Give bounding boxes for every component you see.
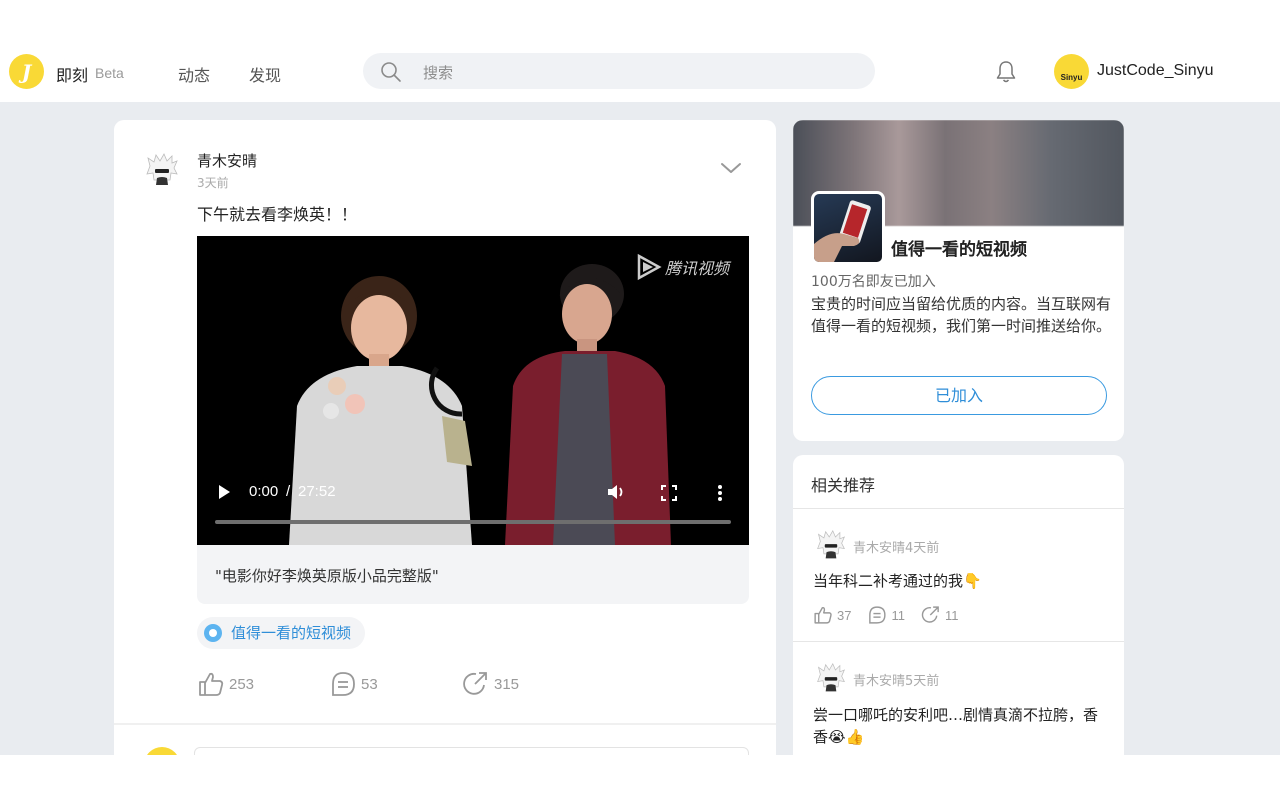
topic-card: 值得一看的短视频 100万名即友已加入 宝贵的时间应当留给优质的内容。当互联网有… bbox=[793, 120, 1124, 441]
top-nav-bar: J 即刻 Beta 动态 发现 搜索 Sinyu JustCode_Sinyu bbox=[0, 40, 1280, 102]
divider bbox=[793, 508, 1124, 509]
video-player[interactable]: 腾讯视频 0:00 / 27:52 bbox=[197, 236, 749, 545]
topic-tag-label: 值得一看的短视频 bbox=[231, 624, 352, 642]
recommend-author-avatar[interactable] bbox=[815, 662, 847, 694]
phone-in-hand-icon bbox=[814, 200, 871, 262]
recommend-meta: 青木安晴5天前 bbox=[853, 670, 939, 689]
recommend-heading: 相关推荐 bbox=[811, 476, 876, 495]
topic-members: 100万名即友已加入 bbox=[811, 274, 936, 290]
like-count: 253 bbox=[229, 675, 255, 693]
topic-tag[interactable]: 值得一看的短视频 bbox=[197, 617, 366, 649]
recommend-comment-count: 11 bbox=[891, 607, 905, 623]
recommend-like-button[interactable]: 37 bbox=[813, 605, 851, 625]
search-placeholder: 搜索 bbox=[423, 64, 454, 82]
person-right bbox=[505, 264, 671, 545]
post-text: 下午就去看李焕英！！ bbox=[197, 205, 358, 224]
search-input[interactable]: 搜索 bbox=[363, 53, 875, 89]
video-caption: "电影你好李焕英原版小品完整版" bbox=[215, 567, 439, 585]
avatar-text: Sinyu bbox=[1060, 73, 1083, 82]
comment-button[interactable]: 53 bbox=[329, 670, 378, 698]
like-button[interactable]: 253 bbox=[197, 670, 254, 698]
next-post-box[interactable] bbox=[194, 747, 749, 755]
logo-letter: J bbox=[21, 59, 32, 84]
chevron-down-icon[interactable] bbox=[719, 160, 743, 176]
thumbs-up-icon bbox=[814, 607, 832, 624]
topic-thumbnail[interactable] bbox=[811, 191, 885, 265]
recommend-actions: 37 11 11 bbox=[813, 605, 958, 625]
brand-name[interactable]: 即刻 bbox=[56, 62, 88, 86]
search-icon bbox=[381, 62, 401, 82]
divider bbox=[793, 641, 1124, 642]
video-progress-bar[interactable] bbox=[215, 520, 731, 524]
more-options-icon[interactable] bbox=[717, 484, 723, 502]
recommend-author-avatar[interactable] bbox=[815, 529, 847, 561]
recommend-card: 相关推荐 青木安晴4天前 当年科二补考通过的我👇 37 11 11 青木安晴5天… bbox=[793, 455, 1124, 755]
video-current-time: 0:00 bbox=[249, 483, 279, 500]
recommend-time: 5天前 bbox=[905, 674, 940, 689]
nav-feed[interactable]: 动态 bbox=[178, 62, 210, 86]
recommend-author[interactable]: 青木安晴 bbox=[853, 674, 905, 689]
recommend-text[interactable]: 当年科二补考通过的我👇 bbox=[813, 570, 1103, 592]
recommend-author[interactable]: 青木安晴 bbox=[853, 541, 905, 556]
share-icon bbox=[463, 672, 487, 695]
nav-discover[interactable]: 发现 bbox=[249, 62, 281, 86]
video-caption-box[interactable]: "电影你好李焕英原版小品完整版" bbox=[197, 545, 749, 604]
recommend-share-count: 11 bbox=[944, 607, 959, 623]
post-time: 3天前 bbox=[197, 176, 229, 190]
video-time-separator: / bbox=[286, 483, 291, 500]
joined-button[interactable]: 已加入 bbox=[811, 376, 1107, 415]
share-button[interactable]: 315 bbox=[462, 670, 519, 698]
share-count: 315 bbox=[494, 675, 520, 693]
tencent-video-watermark-icon bbox=[637, 253, 662, 281]
beta-label: Beta bbox=[95, 65, 124, 81]
post-author[interactable]: 青木安晴 bbox=[197, 150, 257, 171]
recommend-share-button[interactable]: 11 bbox=[921, 605, 959, 625]
recommend-time: 4天前 bbox=[905, 541, 940, 556]
topic-title[interactable]: 值得一看的短视频 bbox=[891, 235, 1027, 260]
video-duration: 27:52 bbox=[298, 483, 336, 500]
recommend-comment-button[interactable]: 11 bbox=[867, 605, 905, 625]
fullscreen-icon[interactable] bbox=[661, 485, 677, 501]
topic-description: 宝贵的时间应当留给优质的内容。当互联网有值得一看的短视频，我们第一时间推送给你。 bbox=[811, 295, 1112, 335]
volume-icon[interactable] bbox=[606, 483, 626, 501]
post-card: 青木安晴 3天前 下午就去看李焕英！！ 腾讯视频 0:00 / 27:52 "电… bbox=[114, 120, 776, 755]
username-label[interactable]: JustCode_Sinyu bbox=[1097, 62, 1214, 80]
thumbs-up-icon bbox=[199, 672, 224, 696]
play-icon[interactable] bbox=[217, 484, 231, 500]
video-watermark: 腾讯视频 bbox=[665, 259, 732, 278]
notification-bell-icon[interactable] bbox=[993, 59, 1019, 85]
next-post-avatar[interactable] bbox=[144, 747, 180, 755]
user-avatar[interactable]: Sinyu bbox=[1054, 54, 1089, 89]
post-divider bbox=[114, 723, 776, 725]
comment-count: 53 bbox=[361, 675, 378, 693]
recommend-like-count: 37 bbox=[837, 607, 852, 623]
recommend-meta: 青木安晴4天前 bbox=[853, 537, 939, 556]
author-avatar[interactable] bbox=[144, 152, 180, 188]
comment-icon bbox=[869, 606, 887, 624]
comment-icon bbox=[332, 672, 355, 696]
bottom-area bbox=[0, 755, 1280, 800]
app-logo[interactable]: J bbox=[9, 54, 44, 89]
share-icon bbox=[921, 606, 939, 623]
recommend-text[interactable]: 尝一口哪吒的安利吧…剧情真滴不拉胯，香香😭👍 bbox=[813, 704, 1103, 748]
topic-icon bbox=[204, 624, 222, 642]
